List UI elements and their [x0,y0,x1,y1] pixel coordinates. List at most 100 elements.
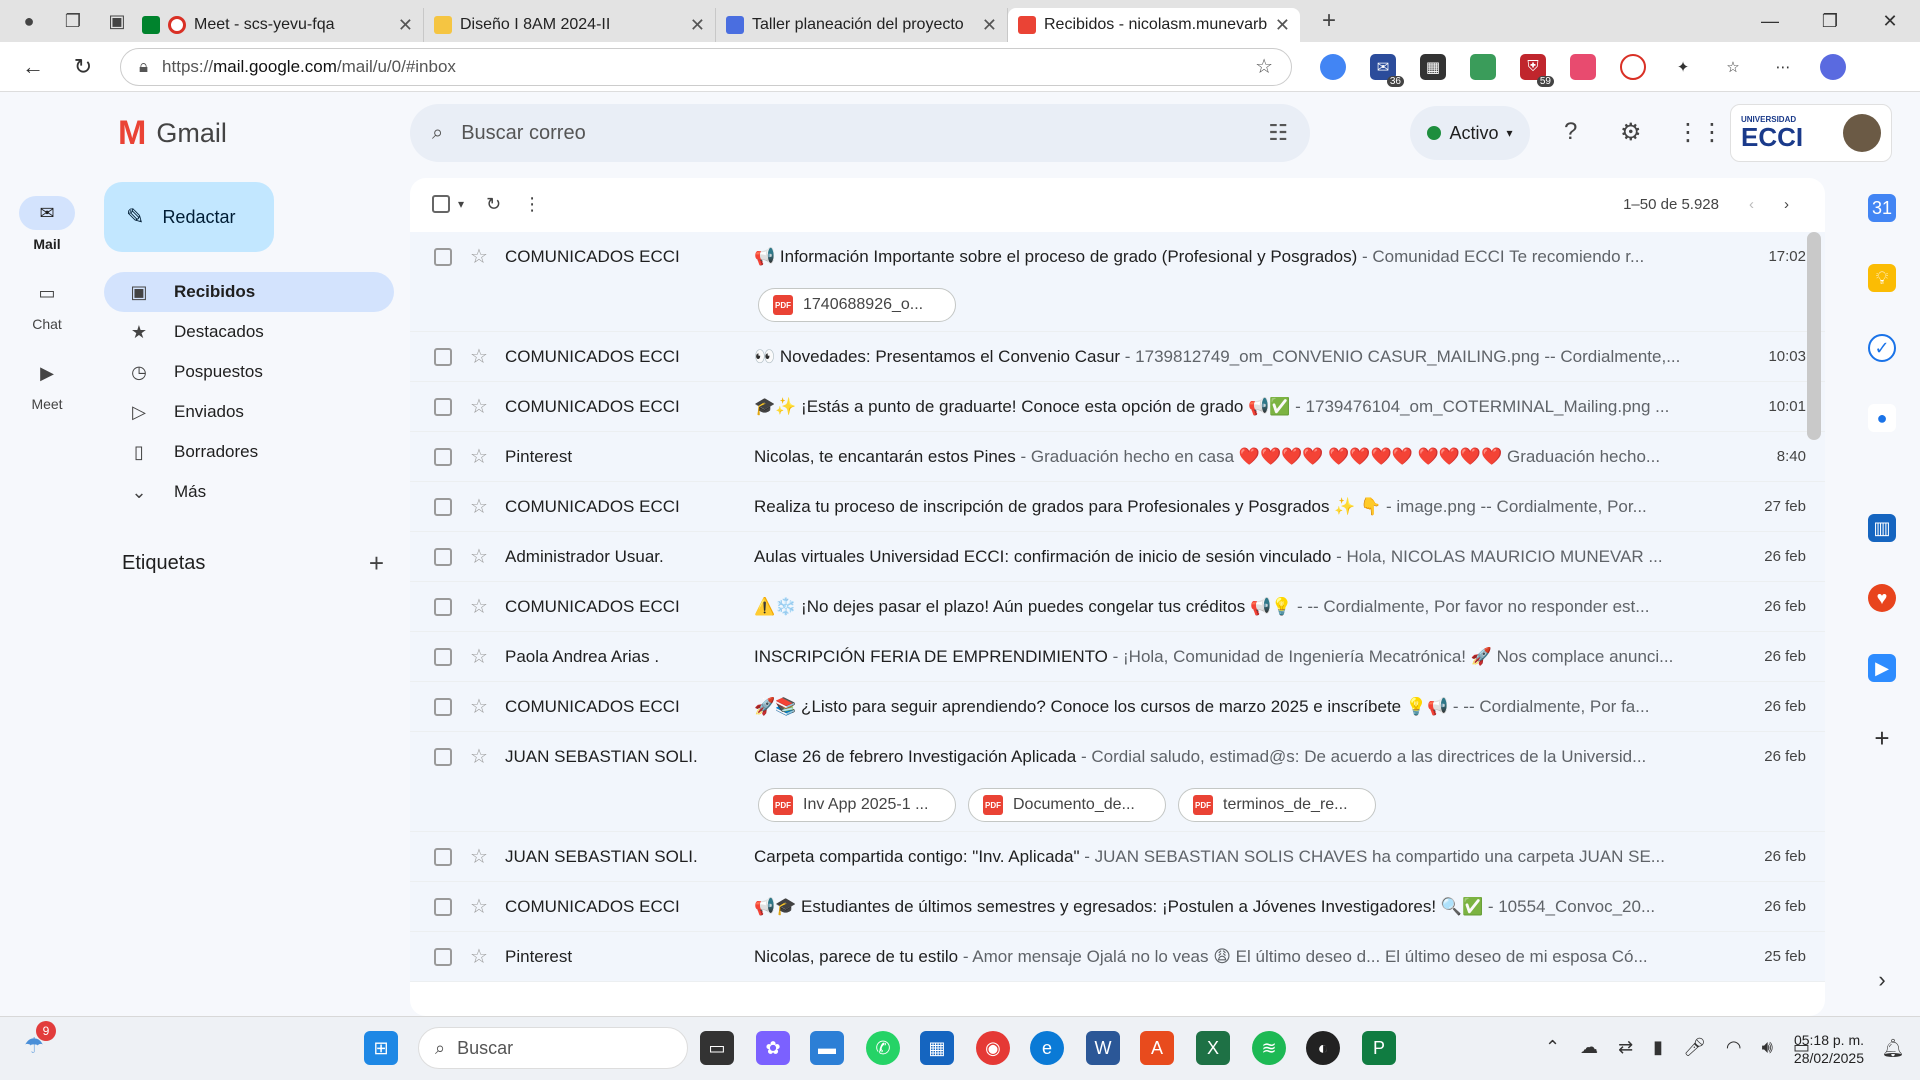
email-row[interactable]: ☆ COMUNICADOS ECCI 🚀📚 ¿Listo para seguir… [410,682,1825,732]
row-checkbox[interactable] [434,848,452,866]
email-row[interactable]: ☆ Pinterest Nicolas, parece de tu estilo… [410,932,1825,982]
notifications-bell-icon[interactable]: 🔔︎ [1876,1031,1910,1065]
minimize-icon[interactable]: — [1740,0,1800,42]
settings-tray-icon[interactable]: ⇄ [1618,1037,1633,1058]
email-row[interactable]: ☆ Paola Andrea Arias . INSCRIPCIÓN FERIA… [410,632,1825,682]
attachment-chip[interactable]: PDF terminos_de_re... [1178,788,1376,822]
desktop-icon[interactable]: ▬ [810,1031,844,1065]
cloud-icon[interactable]: ☁ [1580,1037,1598,1058]
compose-button[interactable]: ✎ Redactar [104,182,274,252]
obs-icon[interactable]: ◐ [1306,1031,1340,1065]
collapse-panel-icon[interactable]: › [1868,966,1896,994]
email-row[interactable]: ☆ Administrador Usuar. Aulas virtuales U… [410,532,1825,582]
select-dropdown-icon[interactable]: ▾ [458,197,464,211]
extension-chrome-icon[interactable] [1320,53,1346,80]
acrobat-icon[interactable]: A [1140,1031,1174,1065]
row-checkbox[interactable] [434,348,452,366]
add-label-icon[interactable]: + [369,548,384,579]
maximize-icon[interactable]: ❐ [1800,0,1860,42]
extension-calculator-icon[interactable]: ▦ [1420,53,1446,80]
search-bar[interactable]: ⌕ Buscar correo ☷ [410,104,1310,162]
start-icon[interactable]: ⊞ [364,1031,398,1065]
audio-meter-icon[interactable]: ▮ [1653,1037,1663,1058]
wifi-icon[interactable]: ◠ [1726,1037,1742,1058]
taskbar-search[interactable]: ⌕ Buscar [418,1027,688,1069]
star-icon[interactable]: ☆ [470,694,488,719]
star-icon[interactable]: ☆ [470,894,488,919]
word-icon[interactable]: W [1086,1031,1120,1065]
row-checkbox[interactable] [434,398,452,416]
browser-tab-gmail[interactable]: Recibidos - nicolasm.munevarb@ ✕ [1008,8,1300,42]
help-icon[interactable]: ? [1564,118,1577,146]
url-field[interactable]: 🔒︎ https://mail.google.com/mail/u/0/#inb… [120,47,1292,86]
search-input[interactable]: Buscar correo [461,122,586,145]
star-icon[interactable]: ☆ [470,744,488,769]
search-icon[interactable]: ⌕ [432,122,443,145]
contacts-icon[interactable]: ● [1868,404,1896,432]
star-icon[interactable]: ☆ [470,544,488,569]
clock[interactable]: 05:18 p. m. 28/02/2025 [1794,1031,1864,1067]
keep-icon[interactable]: 💡︎ [1868,264,1896,292]
rail-item-chat[interactable]: ▭ Chat [0,276,94,333]
close-tab-icon[interactable]: ✕ [1275,15,1290,36]
add-addon-icon[interactable]: + [1868,723,1896,753]
email-row[interactable]: ☆ COMUNICADOS ECCI 👀 Novedades: Presenta… [410,332,1825,382]
star-icon[interactable]: ☆ [470,644,488,669]
reload-icon[interactable]: ↻ [66,50,100,84]
gmail-logo[interactable]: M Gmail [118,114,227,153]
refresh-icon[interactable]: ↻ [486,194,501,215]
attachment-chip[interactable]: PDF Documento_de... [968,788,1166,822]
nav-item-snoozed[interactable]: ◷ Pospuestos [104,352,394,392]
status-selector[interactable]: Activo ▾ [1410,106,1530,160]
email-row[interactable]: ☆ COMUNICADOS ECCI 🎓✨ ¡Estás a punto de … [410,382,1825,432]
whatsapp-icon[interactable]: ✆ [866,1031,900,1065]
row-checkbox[interactable] [434,548,452,566]
email-row[interactable]: ☆ JUAN SEBASTIAN SOLI. Clase 26 de febre… [410,732,1825,832]
extension-tab-icon[interactable] [1470,53,1496,80]
email-row[interactable]: ☆ COMUNICADOS ECCI 📢🎓 Estudiantes de últ… [410,882,1825,932]
close-tab-icon[interactable]: ✕ [690,15,705,36]
excel-icon[interactable]: X [1196,1031,1230,1065]
nav-item-drafts[interactable]: ▯ Borradores [104,432,394,472]
row-checkbox[interactable] [434,248,452,266]
nav-item-more[interactable]: ⌄ Más [104,472,394,512]
search-options-icon[interactable]: ☷ [1268,120,1288,146]
rail-item-meet[interactable]: ▶ Meet [0,356,94,413]
copilot-app-icon[interactable]: ✿ [756,1031,790,1065]
email-row[interactable]: ☆ JUAN SEBASTIAN SOLI. Carpeta compartid… [410,832,1825,882]
star-icon[interactable]: ☆ [470,844,488,869]
extensions-puzzle-icon[interactable]: ✦ [1670,54,1696,80]
row-checkbox[interactable] [434,648,452,666]
select-all-checkbox[interactable] [432,195,450,213]
close-tab-icon[interactable]: ✕ [982,15,997,36]
spotify-icon[interactable]: ≋ [1252,1031,1286,1065]
rail-item-mail[interactable]: ✉ Mail [0,196,94,252]
task-view-icon[interactable]: ▭ [700,1031,734,1065]
microphone-icon[interactable]: 🎤︎ [1683,1037,1706,1058]
email-row[interactable]: ☆ COMUNICADOS ECCI ⚠️❄️ ¡No dejes pasar … [410,582,1825,632]
more-menu-icon[interactable]: ⋯ [1770,54,1796,80]
attachment-chip[interactable]: PDF 1740688926_o... [758,288,956,322]
new-tab-icon[interactable]: + [1314,6,1344,36]
project-icon[interactable]: P [1362,1031,1396,1065]
edge-icon[interactable]: e [1030,1031,1064,1065]
trello-icon[interactable]: ▥ [1868,514,1896,542]
bookmark-star-icon[interactable]: ☆ [1255,54,1273,79]
calendar-icon[interactable]: 31 [1868,194,1896,222]
extension-mail-icon[interactable]: ✉ 36 [1370,53,1404,87]
star-icon[interactable]: ☆ [470,394,488,419]
store-icon[interactable]: ▦ [920,1031,954,1065]
prev-page-icon[interactable]: ‹ [1749,196,1754,213]
close-window-icon[interactable]: ✕ [1860,0,1920,42]
star-icon[interactable]: ☆ [470,344,488,369]
close-tab-icon[interactable]: ✕ [398,15,413,36]
settings-gear-icon[interactable]: ⚙ [1620,118,1642,147]
avatar[interactable] [1843,114,1881,152]
profile-icon[interactable]: ● [14,6,44,36]
chevron-up-icon[interactable]: ⌃ [1545,1037,1560,1058]
next-page-icon[interactable]: › [1784,196,1789,213]
apps-grid-icon[interactable]: ⋮⋮ [1676,118,1724,147]
email-row[interactable]: ☆ COMUNICADOS ECCI Realiza tu proceso de… [410,482,1825,532]
browser-tab-diseno[interactable]: Diseño I 8AM 2024-II ✕ [424,8,716,42]
chrome-icon[interactable]: ◉ [976,1031,1010,1065]
